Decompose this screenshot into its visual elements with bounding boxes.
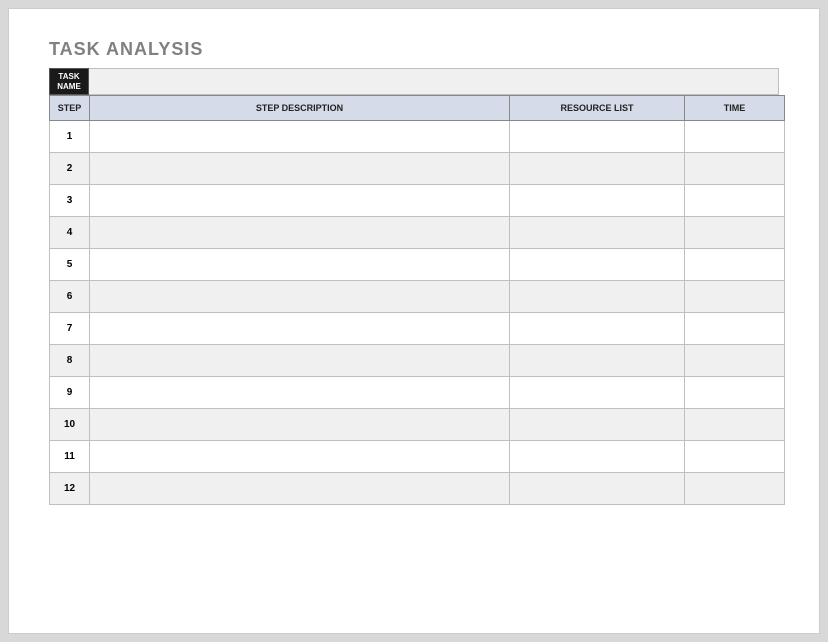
step-description-cell[interactable] [90, 377, 510, 409]
step-description-cell[interactable] [90, 249, 510, 281]
step-description-cell[interactable] [90, 409, 510, 441]
step-description-cell[interactable] [90, 441, 510, 473]
resource-list-cell[interactable] [510, 121, 685, 153]
step-number: 8 [50, 345, 90, 377]
time-cell[interactable] [685, 121, 785, 153]
table-row: 1 [50, 121, 785, 153]
time-cell[interactable] [685, 377, 785, 409]
time-cell[interactable] [685, 249, 785, 281]
step-number: 1 [50, 121, 90, 153]
resource-list-cell[interactable] [510, 409, 685, 441]
resource-list-cell[interactable] [510, 217, 685, 249]
header-time: TIME [685, 96, 785, 121]
time-cell[interactable] [685, 217, 785, 249]
step-number: 9 [50, 377, 90, 409]
resource-list-cell[interactable] [510, 441, 685, 473]
step-number: 6 [50, 281, 90, 313]
header-row: STEP STEP DESCRIPTION RESOURCE LIST TIME [50, 96, 785, 121]
step-description-cell[interactable] [90, 345, 510, 377]
time-cell[interactable] [685, 281, 785, 313]
time-cell[interactable] [685, 153, 785, 185]
step-description-cell[interactable] [90, 313, 510, 345]
step-number: 3 [50, 185, 90, 217]
resource-list-cell[interactable] [510, 377, 685, 409]
table-row: 4 [50, 217, 785, 249]
step-description-cell[interactable] [90, 217, 510, 249]
time-cell[interactable] [685, 185, 785, 217]
resource-list-cell[interactable] [510, 473, 685, 505]
table-row: 11 [50, 441, 785, 473]
table-row: 2 [50, 153, 785, 185]
page-title: TASK ANALYSIS [49, 39, 779, 60]
step-number: 5 [50, 249, 90, 281]
step-number: 2 [50, 153, 90, 185]
resource-list-cell[interactable] [510, 185, 685, 217]
step-number: 10 [50, 409, 90, 441]
step-number: 12 [50, 473, 90, 505]
task-name-row: TASK NAME [49, 68, 779, 95]
table-row: 7 [50, 313, 785, 345]
step-number: 11 [50, 441, 90, 473]
resource-list-cell[interactable] [510, 249, 685, 281]
step-description-cell[interactable] [90, 185, 510, 217]
header-step: STEP [50, 96, 90, 121]
step-description-cell[interactable] [90, 281, 510, 313]
task-table: STEP STEP DESCRIPTION RESOURCE LIST TIME… [49, 95, 785, 505]
resource-list-cell[interactable] [510, 153, 685, 185]
table-row: 9 [50, 377, 785, 409]
resource-list-cell[interactable] [510, 281, 685, 313]
task-name-label: TASK NAME [49, 68, 89, 95]
table-row: 6 [50, 281, 785, 313]
resource-list-cell[interactable] [510, 345, 685, 377]
time-cell[interactable] [685, 441, 785, 473]
step-number: 7 [50, 313, 90, 345]
time-cell[interactable] [685, 345, 785, 377]
table-row: 5 [50, 249, 785, 281]
time-cell[interactable] [685, 473, 785, 505]
table-row: 12 [50, 473, 785, 505]
table-row: 8 [50, 345, 785, 377]
step-description-cell[interactable] [90, 473, 510, 505]
header-res: RESOURCE LIST [510, 96, 685, 121]
resource-list-cell[interactable] [510, 313, 685, 345]
step-number: 4 [50, 217, 90, 249]
step-description-cell[interactable] [90, 121, 510, 153]
table-row: 10 [50, 409, 785, 441]
time-cell[interactable] [685, 313, 785, 345]
document-page: TASK ANALYSIS TASK NAME STEP STEP DESCRI… [8, 8, 820, 634]
header-desc: STEP DESCRIPTION [90, 96, 510, 121]
table-row: 3 [50, 185, 785, 217]
time-cell[interactable] [685, 409, 785, 441]
step-description-cell[interactable] [90, 153, 510, 185]
task-name-field[interactable] [89, 68, 779, 95]
